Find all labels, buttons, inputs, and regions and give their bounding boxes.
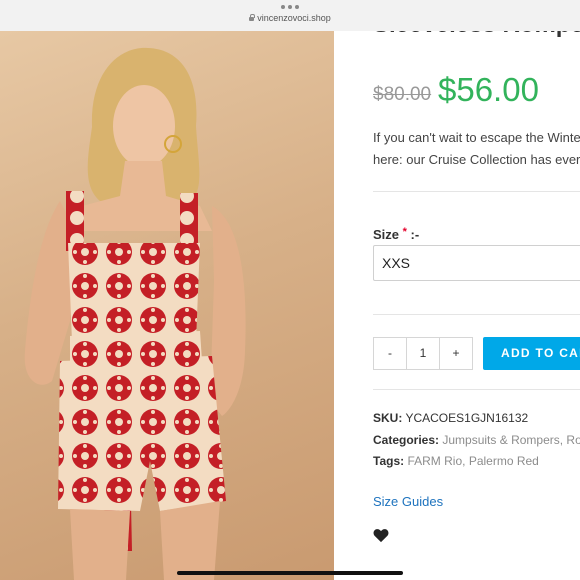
add-to-cart-button[interactable]: ADD TO CART [483, 337, 580, 370]
categories-row: Categories: Jumpsuits & Rompers, Ro [373, 433, 580, 447]
old-price: $80.00 [373, 84, 432, 105]
tags-label: Tags: [373, 454, 405, 468]
qty-minus-button[interactable]: - [374, 338, 406, 369]
divider [373, 314, 580, 315]
sale-price: $56.00 [438, 71, 539, 108]
product-description: If you can't wait to escape the Winter h… [373, 127, 580, 171]
quantity-stepper: - 1 + [373, 337, 473, 370]
heart-icon[interactable] [373, 528, 389, 543]
sku-row: SKU: YCACOES1GJN16132 [373, 411, 528, 425]
browser-top-bar: vincenzovoci.shop [0, 0, 580, 32]
model-photo [24, 47, 246, 580]
size-label-text: Size [373, 227, 400, 242]
qty-plus-button[interactable]: + [440, 338, 472, 369]
size-label-suffix: :- [410, 227, 420, 242]
url-text: vincenzovoci.shop [257, 13, 331, 23]
qty-input[interactable]: 1 [406, 338, 440, 369]
size-select[interactable]: XXS [373, 245, 580, 281]
divider [373, 191, 580, 192]
product-details: Sleeveless Romper $80.00 $56.00 If you c… [334, 31, 580, 580]
size-guides-link[interactable]: Size Guides [373, 494, 443, 509]
categories-label: Categories: [373, 433, 440, 447]
divider [373, 389, 580, 390]
lock-icon [249, 14, 255, 21]
home-indicator[interactable] [177, 571, 403, 575]
size-label: Size * :- [373, 226, 419, 242]
product-image[interactable] [0, 31, 334, 580]
category-link[interactable]: Jumpsuits & Rompers [442, 433, 559, 447]
tag-separator: , [462, 454, 469, 468]
product-title: Sleeveless Romper [373, 31, 580, 39]
tag-link[interactable]: FARM Rio [407, 454, 462, 468]
url-bar[interactable]: vincenzovoci.shop [0, 13, 580, 23]
required-mark: * [402, 226, 407, 238]
category-link[interactable]: Ro [566, 433, 580, 447]
more-dots-icon[interactable] [281, 5, 299, 9]
tag-link[interactable]: Palermo Red [469, 454, 539, 468]
sku-value: YCACOES1GJN16132 [405, 411, 529, 425]
tags-row: Tags: FARM Rio, Palermo Red [373, 454, 539, 468]
description-line: If you can't wait to escape the Winter [373, 130, 580, 145]
description-line: here: our Cruise Collection has every [373, 152, 580, 167]
sku-label: SKU: [373, 411, 403, 425]
